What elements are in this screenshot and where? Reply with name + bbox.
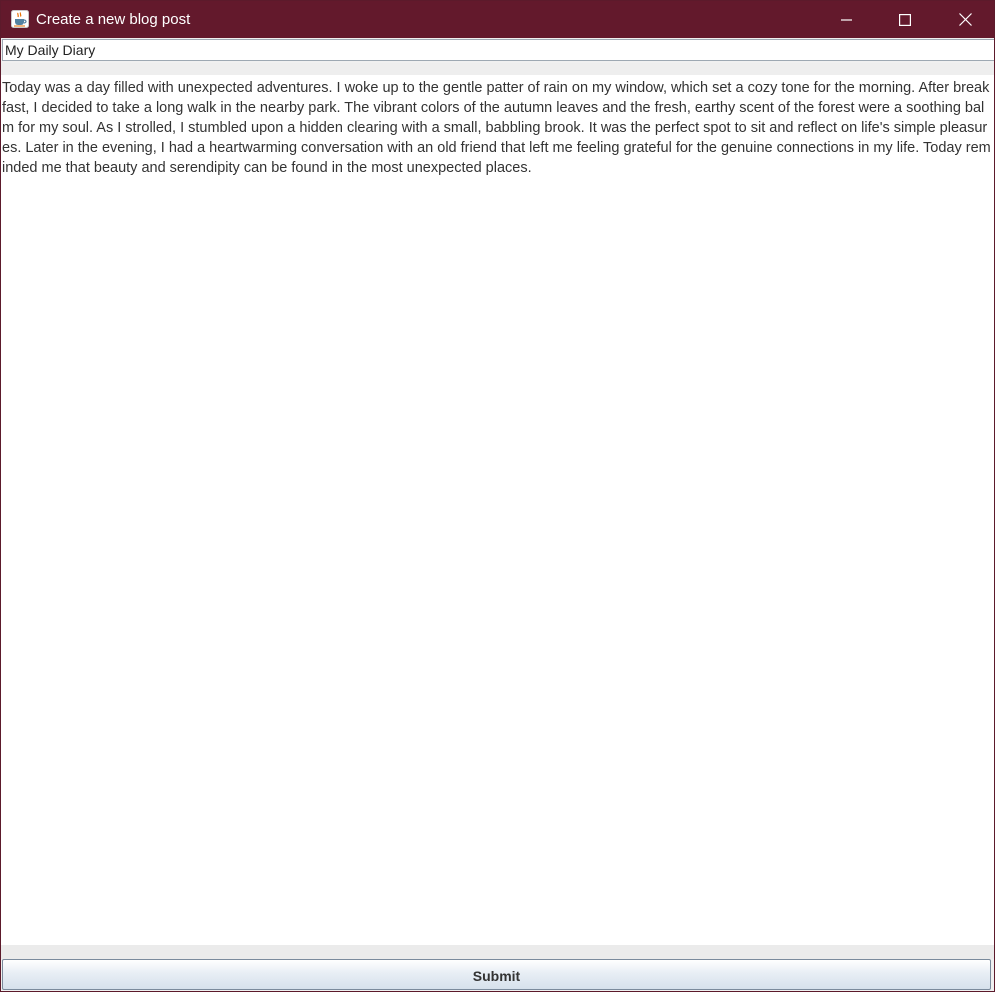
app-window: Create a new blog post Today was a day f…	[0, 0, 995, 992]
form-spacer-bottom	[1, 945, 994, 959]
form-spacer	[1, 63, 994, 75]
close-icon	[958, 13, 972, 26]
minimize-button[interactable]	[818, 1, 876, 38]
title-bar[interactable]: Create a new blog post	[1, 1, 994, 38]
maximize-icon	[899, 13, 911, 26]
minimize-icon	[841, 14, 853, 26]
post-body-textarea[interactable]: Today was a day filled with unexpected a…	[1, 75, 994, 945]
post-title-input[interactable]	[2, 39, 994, 61]
close-button[interactable]	[936, 1, 994, 38]
submit-button[interactable]: Submit	[2, 959, 991, 990]
maximize-button[interactable]	[876, 1, 934, 38]
java-app-icon	[11, 10, 29, 28]
window-title: Create a new blog post	[36, 11, 191, 28]
